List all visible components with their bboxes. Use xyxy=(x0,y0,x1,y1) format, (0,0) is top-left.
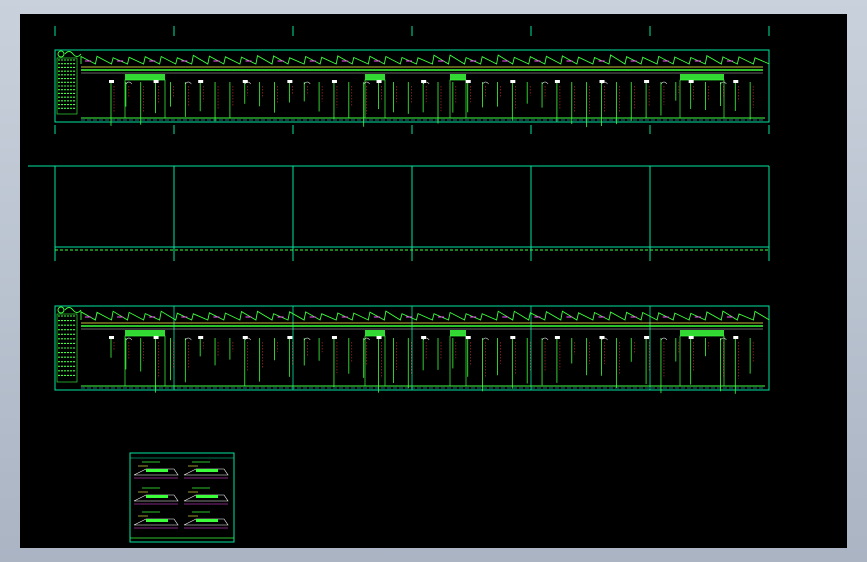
logo-swash xyxy=(64,51,82,57)
section-arc xyxy=(541,337,549,341)
section-tag xyxy=(554,80,560,83)
section-arc xyxy=(125,337,133,341)
section-tag xyxy=(376,336,382,339)
detail-sheet xyxy=(129,452,235,543)
section-arc xyxy=(363,81,370,85)
section-tag xyxy=(644,336,650,339)
section-tag xyxy=(510,80,516,83)
structure-hatch xyxy=(365,330,385,336)
structure-frame xyxy=(679,79,725,119)
section-arc xyxy=(541,81,549,85)
structure-frame xyxy=(449,79,467,119)
detail-section-fill xyxy=(196,469,218,472)
section-tag xyxy=(198,336,204,339)
middle-blank-sheets xyxy=(28,165,770,261)
detail-section-fill xyxy=(196,495,218,498)
section-tag xyxy=(153,80,159,83)
section-tag xyxy=(153,336,159,339)
ground-profile-line xyxy=(80,54,770,65)
section-tag xyxy=(287,336,293,339)
section-tag xyxy=(733,80,739,83)
logo-swash xyxy=(64,307,82,313)
section-tag xyxy=(510,336,516,339)
structure-hatch xyxy=(680,330,724,336)
legend-block xyxy=(56,57,78,115)
section-tag xyxy=(331,336,337,339)
section-arc xyxy=(720,337,727,341)
section-arc xyxy=(363,337,370,341)
section-tag xyxy=(287,80,293,83)
detail-sheet-border xyxy=(129,452,235,543)
sheet-border xyxy=(54,49,770,123)
upper-profile-drawing xyxy=(54,26,770,134)
section-tag xyxy=(198,80,204,83)
logo-mark xyxy=(57,306,65,314)
section-arc xyxy=(660,337,668,341)
structure-frame xyxy=(364,79,386,119)
section-tag xyxy=(599,336,605,339)
detail-section-fill xyxy=(146,495,168,498)
drawing-canvas xyxy=(28,26,770,543)
detail-section-fill xyxy=(146,469,168,472)
section-arc xyxy=(660,81,668,85)
structure-frame xyxy=(679,335,725,387)
section-tag xyxy=(465,80,471,83)
section-tag xyxy=(554,336,560,339)
section-tag xyxy=(109,80,114,83)
section-tag xyxy=(733,336,739,339)
section-tag xyxy=(421,336,427,339)
structure-frame xyxy=(364,335,386,387)
ground-profile-line xyxy=(80,310,770,321)
legend-block xyxy=(56,313,78,383)
structure-frame xyxy=(449,335,467,387)
section-tag xyxy=(242,336,248,339)
section-arc xyxy=(303,81,311,85)
structure-frame xyxy=(124,79,166,119)
section-tag xyxy=(242,80,248,83)
section-tag xyxy=(465,336,471,339)
section-arc xyxy=(185,81,192,85)
section-tag xyxy=(331,80,337,83)
section-arc xyxy=(720,81,727,85)
section-tag xyxy=(688,80,694,83)
section-arc xyxy=(125,81,133,85)
section-tag xyxy=(109,336,114,339)
detail-section-fill xyxy=(196,519,218,522)
logo-mark xyxy=(57,50,65,58)
lower-profile-drawing xyxy=(54,305,770,394)
section-arc xyxy=(185,337,192,341)
section-tag xyxy=(644,80,650,83)
section-tag xyxy=(376,80,382,83)
structure-hatch xyxy=(450,330,466,336)
drawing-viewport[interactable] xyxy=(20,14,847,548)
detail-section-fill xyxy=(146,519,168,522)
structure-hatch xyxy=(450,74,466,80)
section-arc xyxy=(482,337,489,341)
structure-hatch xyxy=(680,74,724,80)
section-tag xyxy=(599,80,605,83)
structure-frame xyxy=(124,335,166,387)
section-arc xyxy=(303,337,311,341)
section-arc xyxy=(482,81,489,85)
structure-hatch xyxy=(125,330,165,336)
structure-hatch xyxy=(365,74,385,80)
cad-window-frame xyxy=(0,0,867,562)
section-tag xyxy=(421,80,427,83)
section-tag xyxy=(688,336,694,339)
structure-hatch xyxy=(125,74,165,80)
